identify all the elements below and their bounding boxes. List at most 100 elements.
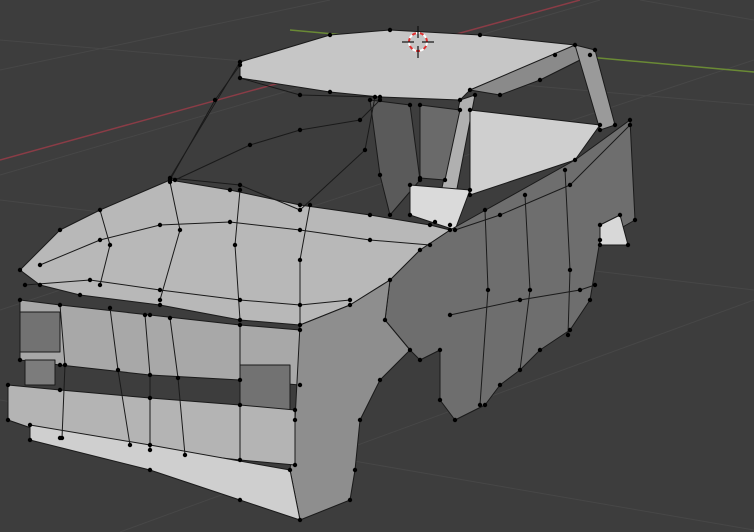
mesh-vertex[interactable] — [427, 222, 433, 228]
mesh-vertex[interactable] — [237, 497, 243, 503]
mesh-vertex[interactable] — [597, 242, 603, 248]
mesh-vertex[interactable] — [347, 497, 353, 503]
mesh-vertex[interactable] — [182, 452, 188, 458]
mesh-vertex[interactable] — [482, 207, 488, 213]
mesh-vertex[interactable] — [592, 282, 598, 288]
mesh-vertex[interactable] — [297, 302, 303, 308]
mesh-vertex[interactable] — [372, 94, 378, 100]
mesh-vertex[interactable] — [115, 367, 121, 373]
mesh-vertex[interactable] — [17, 267, 23, 273]
mesh-vertex[interactable] — [467, 192, 473, 198]
car-mesh[interactable] — [7, 29, 636, 521]
mesh-vertex[interactable] — [407, 102, 413, 108]
mesh-vertex[interactable] — [347, 297, 353, 303]
mesh-vertex[interactable] — [292, 462, 298, 468]
mesh-vertex[interactable] — [537, 77, 543, 83]
mesh-vertex[interactable] — [457, 97, 463, 103]
mesh-vertex[interactable] — [497, 92, 503, 98]
mesh-vertex[interactable] — [237, 402, 243, 408]
mesh-vertex[interactable] — [227, 219, 233, 225]
mesh-vertex[interactable] — [22, 282, 28, 288]
mesh-vertex[interactable] — [107, 305, 113, 311]
mesh-vertex[interactable] — [57, 302, 63, 308]
mesh-vertex[interactable] — [292, 417, 298, 423]
mesh-vertex[interactable] — [77, 292, 83, 298]
mesh-vertex[interactable] — [467, 107, 473, 113]
mesh-vertex[interactable] — [157, 302, 163, 308]
mesh-vertex[interactable] — [297, 202, 303, 208]
mesh-vertex[interactable] — [577, 287, 583, 293]
mesh-vertex[interactable] — [227, 187, 233, 193]
mesh-vertex[interactable] — [237, 322, 243, 328]
mesh-vertex[interactable] — [167, 179, 173, 185]
mesh-vertex[interactable] — [232, 242, 238, 248]
mesh-vertex[interactable] — [377, 97, 383, 103]
mesh-vertex[interactable] — [212, 97, 218, 103]
mesh-vertex[interactable] — [247, 142, 253, 148]
mesh-vertex[interactable] — [5, 382, 11, 388]
mesh-vertex[interactable] — [597, 222, 603, 228]
mesh-vertex[interactable] — [237, 317, 243, 323]
mesh-vertex[interactable] — [167, 315, 173, 321]
mesh-vertex[interactable] — [297, 227, 303, 233]
mesh-vertex[interactable] — [552, 52, 558, 58]
mesh-vertex[interactable] — [447, 227, 453, 233]
mesh-vertex[interactable] — [472, 92, 478, 98]
mesh-vertex[interactable] — [625, 242, 631, 248]
mesh-vertex[interactable] — [297, 127, 303, 133]
mesh-vertex[interactable] — [292, 407, 298, 413]
mesh-vertex[interactable] — [147, 372, 153, 378]
mesh-vertex[interactable] — [307, 202, 313, 208]
mesh-vertex[interactable] — [57, 362, 63, 368]
mesh-vertex[interactable] — [497, 382, 503, 388]
mesh-vertex[interactable] — [297, 517, 303, 523]
mesh-vertex[interactable] — [592, 47, 598, 53]
mesh-vertex[interactable] — [407, 212, 413, 218]
mesh-vertex[interactable] — [157, 297, 163, 303]
mesh-vertex[interactable] — [367, 237, 373, 243]
mesh-vertex[interactable] — [237, 187, 243, 193]
mesh-vertex[interactable] — [142, 312, 148, 318]
mesh-vertex[interactable] — [517, 367, 523, 373]
mesh-vertex[interactable] — [417, 102, 423, 108]
mesh-vertex[interactable] — [565, 332, 571, 338]
mesh-vertex[interactable] — [437, 347, 443, 353]
mesh-vertex[interactable] — [297, 207, 303, 213]
mesh-vertex[interactable] — [157, 222, 163, 228]
mesh-vertex[interactable] — [447, 312, 453, 318]
mesh-vertex[interactable] — [157, 287, 163, 293]
mesh-vertex[interactable] — [387, 212, 393, 218]
mesh-vertex[interactable] — [452, 417, 458, 423]
mesh-vertex[interactable] — [57, 227, 63, 233]
mesh-vertex[interactable] — [432, 219, 438, 225]
mesh-vertex[interactable] — [597, 237, 603, 243]
mesh-vertex[interactable] — [632, 217, 638, 223]
mesh-vertex[interactable] — [147, 395, 153, 401]
mesh-vertex[interactable] — [617, 212, 623, 218]
mesh-vertex[interactable] — [62, 362, 68, 368]
mesh-vertex[interactable] — [27, 437, 33, 443]
viewport-canvas[interactable] — [0, 0, 754, 532]
mesh-vertex[interactable] — [522, 192, 528, 198]
mesh-vertex[interactable] — [27, 422, 33, 428]
mesh-vertex[interactable] — [127, 442, 133, 448]
mesh-vertex[interactable] — [147, 467, 153, 473]
mesh-vertex[interactable] — [237, 297, 243, 303]
mesh-vertex[interactable] — [387, 277, 393, 283]
mesh-vertex[interactable] — [287, 467, 293, 473]
mesh-vertex[interactable] — [452, 227, 458, 233]
mesh-vertex[interactable] — [237, 75, 243, 81]
mesh-vertex[interactable] — [447, 222, 453, 228]
mesh-vertex[interactable] — [297, 257, 303, 263]
mesh-vertex[interactable] — [587, 297, 593, 303]
mesh-vertex[interactable] — [147, 312, 153, 318]
mesh-vertex[interactable] — [87, 277, 93, 283]
mesh-vertex[interactable] — [477, 402, 483, 408]
mesh-vertex[interactable] — [107, 242, 113, 248]
mesh-vertex[interactable] — [237, 182, 243, 188]
mesh-vertex[interactable] — [457, 107, 463, 113]
mesh-vertex[interactable] — [175, 375, 181, 381]
mesh-vertex[interactable] — [567, 182, 573, 188]
mesh-vertex[interactable] — [467, 87, 473, 93]
mesh-vertex[interactable] — [362, 147, 368, 153]
